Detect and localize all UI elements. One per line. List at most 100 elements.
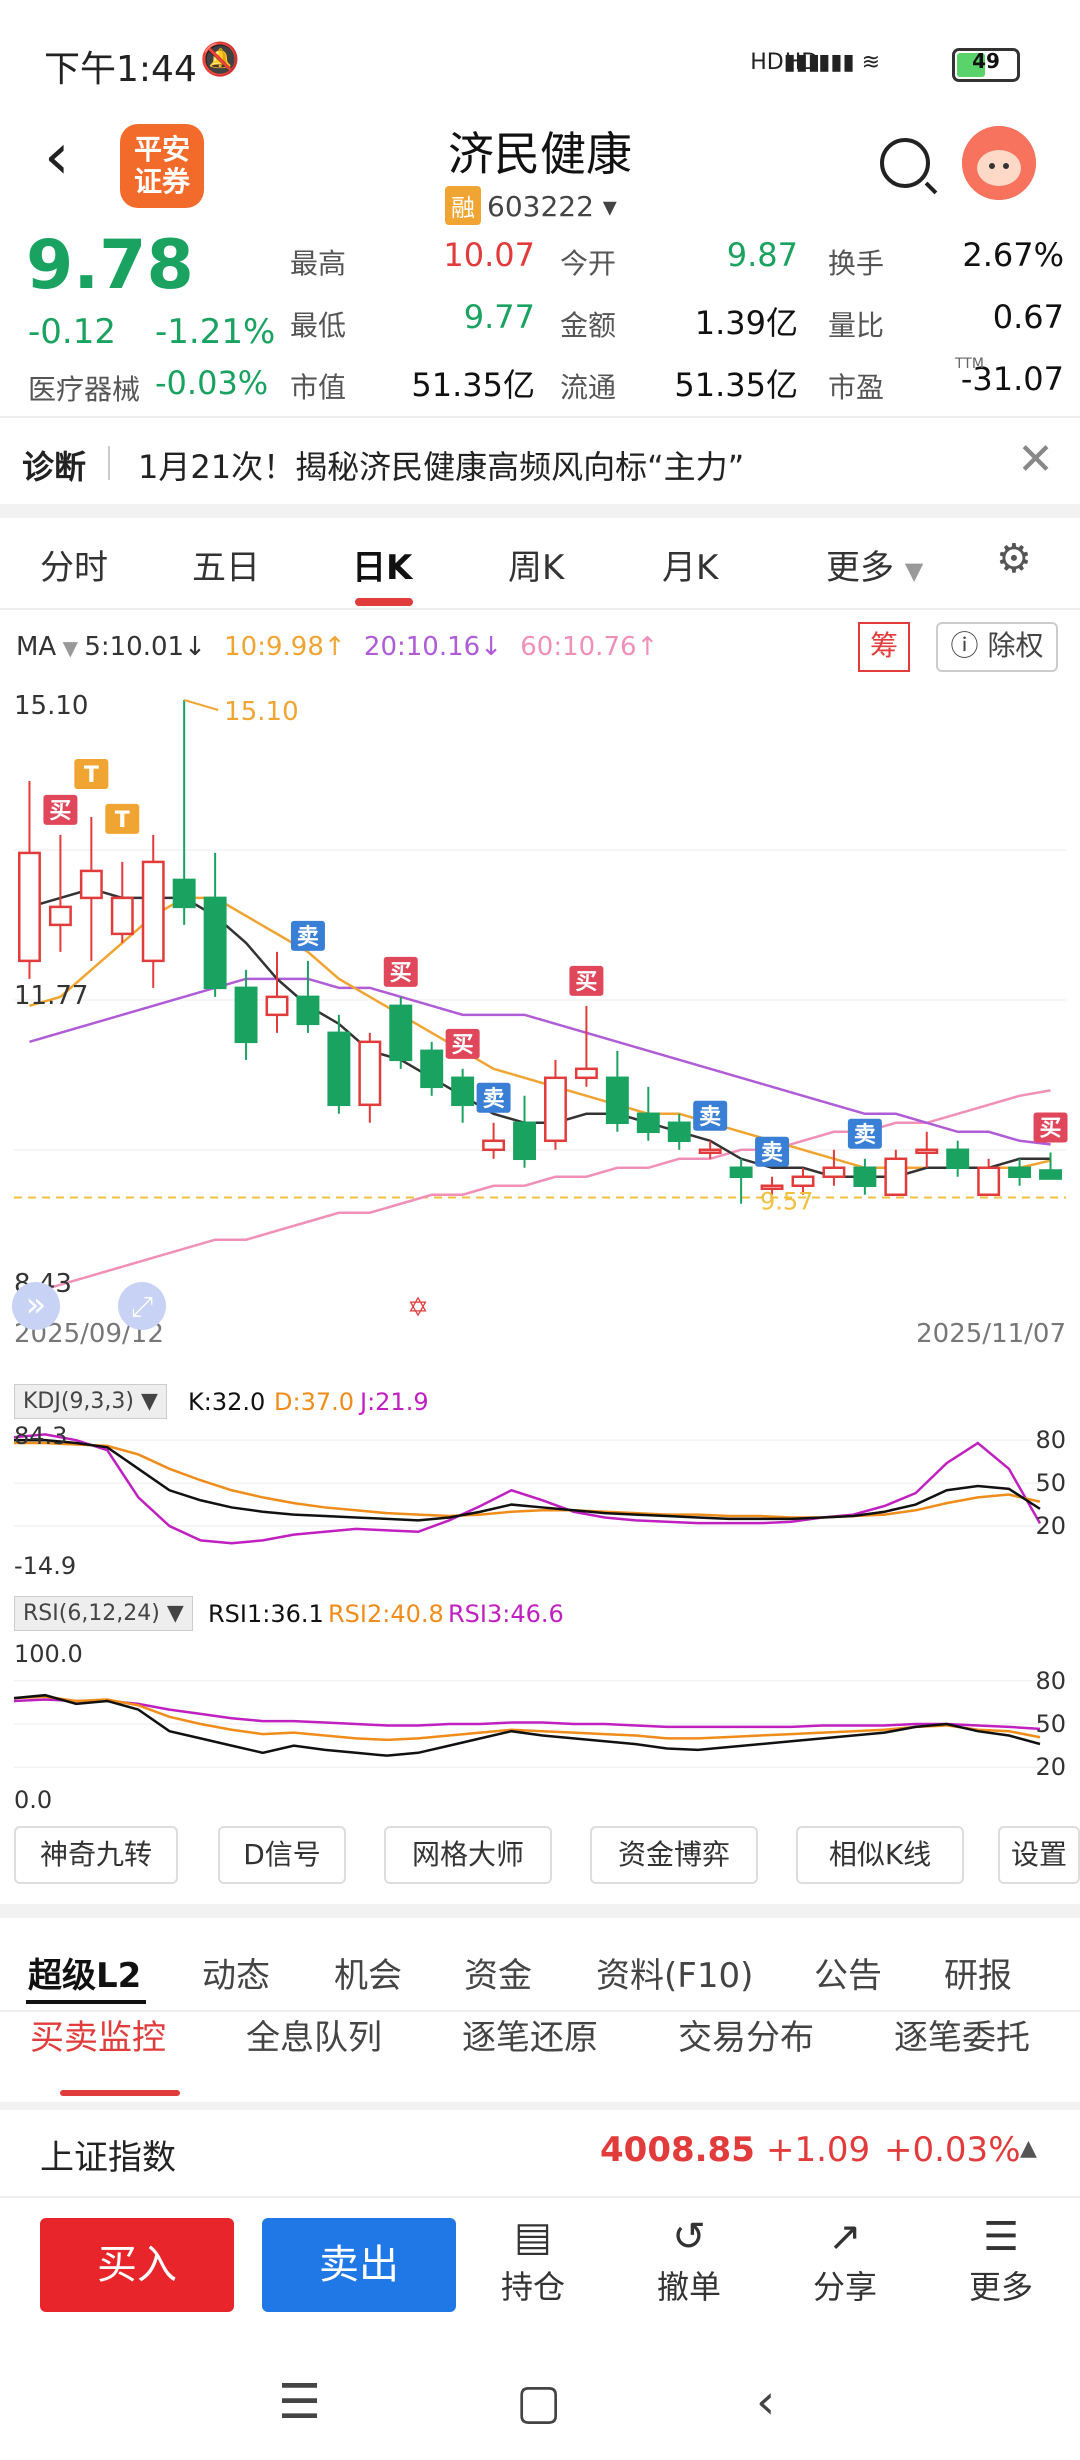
quote-value-4: 1.39亿 (694, 304, 798, 342)
subtab-full-queue[interactable]: 全息队列 (246, 2010, 382, 2059)
rsi-selector[interactable]: RSI(6,12,24) ▼ (14, 1596, 193, 1631)
tab-weekly-k[interactable]: 周K (508, 540, 564, 589)
ma20-line (29, 977, 1051, 1146)
settings-gear-icon[interactable]: ⚙ (996, 536, 1032, 582)
margin-badge: 融 (445, 186, 481, 225)
sell-button[interactable]: 卖出 (262, 2218, 456, 2312)
candle (636, 1112, 660, 1134)
expand-up-icon[interactable]: ▲ (1020, 2136, 1037, 2161)
signal-label: T (115, 808, 130, 833)
kdj-selector[interactable]: KDJ(9,3,3) ▼ (14, 1384, 167, 1419)
candle (946, 1148, 970, 1170)
ma10-line (29, 896, 1051, 1170)
recent-apps-icon[interactable]: ☰ (278, 2374, 321, 2430)
rsi-bottom-label: 0.0 (14, 1786, 52, 1812)
share-icon: ↗ (828, 2214, 862, 2260)
buy-button[interactable]: 买入 (40, 2218, 234, 2312)
candle (141, 860, 165, 963)
index-change: +1.09 (766, 2130, 871, 2170)
battery-icon: 49 (952, 48, 1020, 82)
position-button[interactable]: ▤ 持仓 (478, 2214, 588, 2308)
quote-label-7: 流通 (560, 371, 617, 404)
tab-f10[interactable]: 资料(F10) (596, 1948, 753, 1997)
candle (110, 896, 134, 936)
candle (18, 851, 41, 963)
kline-chart[interactable]: 买TT卖买买卖买卖卖卖买15.1011.778.4315.109.572025/… (0, 680, 1080, 1360)
tab-fund[interactable]: 资金 (464, 1948, 532, 1997)
active-tab-indicator (355, 598, 413, 606)
kdj-chart[interactable]: 84.3 -14.9 80 50 20 (0, 1420, 1080, 1590)
diagnosis-bar[interactable]: 诊断 1月21次！揭秘济民健康高频风向标“主力” ✕ (0, 420, 1080, 504)
signal-icon-2: HD▮▮▮ ≋ (784, 50, 880, 75)
candle (822, 1166, 846, 1179)
subtab-trade-dist[interactable]: 交易分布 (678, 2010, 814, 2059)
share-button[interactable]: ↗ 分享 (790, 2214, 900, 2308)
candle (327, 1031, 351, 1107)
rsi-chart[interactable]: 100.0 0.0 80 50 20 (0, 1632, 1080, 1812)
diagnosis-label: 诊断 (22, 448, 87, 486)
subtab-trade-monitor[interactable]: 买卖监控 (30, 2010, 166, 2059)
signal-label: 卖 (854, 1122, 876, 1148)
tab-opportunity[interactable]: 机会 (334, 1948, 402, 1997)
kdj-K-line (14, 1438, 1041, 1522)
status-bar: 下午1:44 🔕 HD▮▮▮ HD▮▮▮ ≋ 49 (0, 0, 1080, 120)
candle (605, 1076, 629, 1125)
tool-settings[interactable]: 设置 (998, 1826, 1080, 1884)
tab-five-day[interactable]: 五日 (192, 540, 260, 589)
last-price-label: 9.57 (760, 1187, 813, 1215)
quote-label-4: 金额 (560, 309, 617, 342)
industry-name[interactable]: 医疗器械 (28, 368, 140, 408)
tool-d-signal[interactable]: D信号 (218, 1826, 346, 1884)
tool-grid-master[interactable]: 网格大师 (384, 1826, 552, 1884)
quote-value-3: 9.77 (463, 298, 535, 336)
current-price: 9.78 (26, 226, 194, 305)
tab-research[interactable]: 研报 (944, 1948, 1012, 1997)
candle (1039, 1169, 1062, 1180)
index-bar[interactable]: 上证指数 4008.85 +1.09 +0.03% ▲ (0, 2110, 1080, 2194)
candle (915, 1148, 939, 1155)
index-name: 上证指数 (40, 2138, 176, 2178)
tab-daily-k[interactable]: 日K (352, 540, 412, 589)
chip-button[interactable]: 筹 (858, 622, 910, 672)
info-tabs: 超级L2 动态 机会 资金 资料(F10) 公告 研报 (0, 1920, 1080, 2020)
candle (791, 1175, 815, 1188)
more-button[interactable]: ☰ 更多 (946, 2214, 1056, 2308)
tool-similar-k[interactable]: 相似K线 (796, 1826, 964, 1884)
candle (79, 869, 103, 900)
back-nav-icon[interactable]: ‹ (756, 2374, 775, 2430)
candle (884, 1157, 908, 1197)
avatar[interactable] (962, 126, 1036, 200)
status-time: 下午1:44 (44, 49, 197, 90)
tab-timeshare[interactable]: 分时 (40, 540, 108, 589)
candle (853, 1166, 877, 1188)
index-value: 4008.85 (600, 2130, 755, 2170)
ma5-line (29, 887, 1051, 1179)
candle (48, 905, 72, 927)
home-icon[interactable]: ▢ (516, 2374, 561, 2430)
tab-news[interactable]: 动态 (202, 1948, 270, 1997)
kdj-bottom-label: -14.9 (14, 1552, 76, 1580)
search-icon[interactable] (880, 138, 930, 188)
max-price-label: 15.10 (224, 697, 298, 727)
signal-label: 卖 (761, 1140, 783, 1166)
kdj-k-value: K:32.0 (188, 1388, 266, 1416)
tool-fund-game[interactable]: 资金博弈 (590, 1826, 758, 1884)
subtab-tick-replay[interactable]: 逐笔还原 (462, 2010, 598, 2059)
candle (420, 1049, 444, 1089)
tool-magic-nine[interactable]: 神奇九转 (14, 1826, 178, 1884)
rsi-50-label: 50 (1035, 1710, 1066, 1738)
ma-legend[interactable]: MA ▼ 5:10.01↓ 10:9.98↑ 20:10.16↓ 60:10.7… (16, 632, 658, 662)
tab-announcement[interactable]: 公告 (814, 1948, 882, 1997)
ex-rights-button[interactable]: ⓘ 除权 (936, 622, 1058, 672)
candle (977, 1166, 1001, 1197)
cancel-order-button[interactable]: ↺ 撤单 (634, 2214, 744, 2308)
stock-code[interactable]: 融 603222 ▾ (445, 186, 617, 225)
quote-value-5: 0.67 (992, 298, 1064, 336)
tab-more[interactable]: 更多 ▼ (826, 540, 923, 589)
candle (172, 878, 196, 909)
tab-super-l2[interactable]: 超级L2 (28, 1948, 141, 1997)
subtab-tick-order[interactable]: 逐笔委托 (894, 2010, 1030, 2059)
rsi-80-label: 80 (1035, 1667, 1066, 1695)
tab-monthly-k[interactable]: 月K (662, 540, 718, 589)
close-icon[interactable]: ✕ (1017, 434, 1054, 485)
